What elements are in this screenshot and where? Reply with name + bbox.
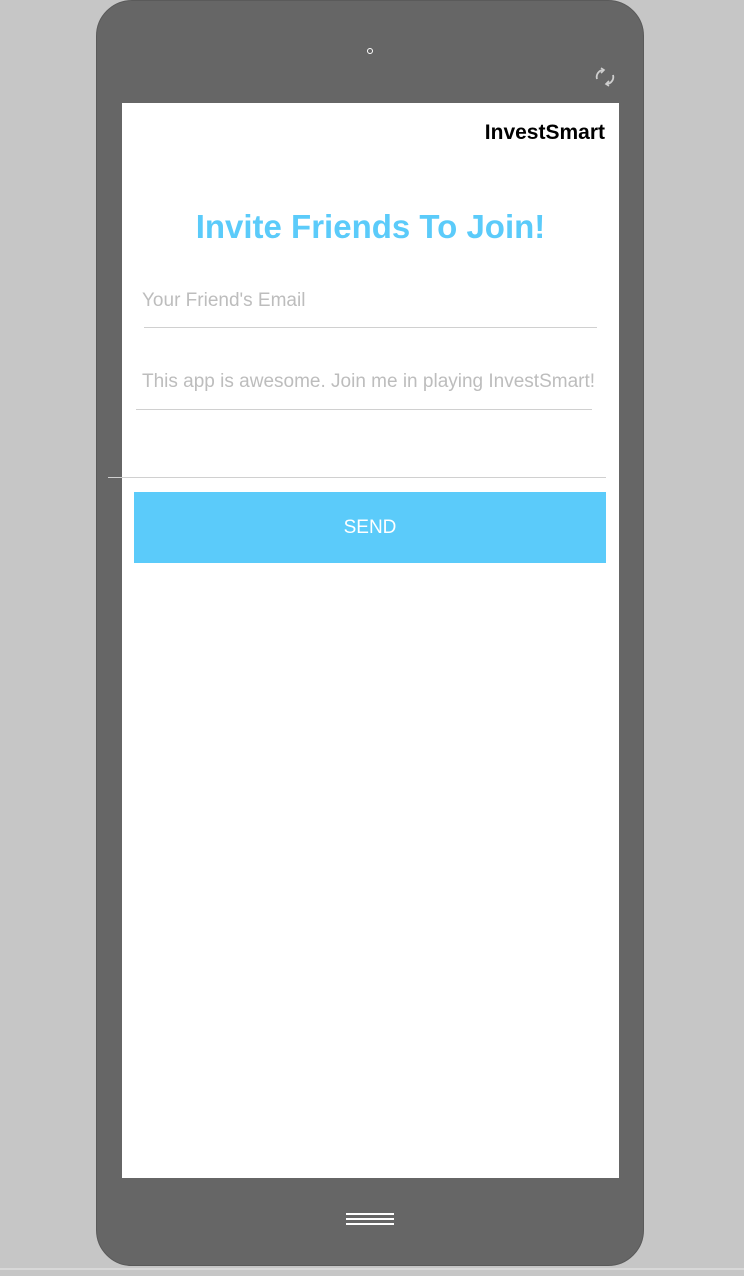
- send-button[interactable]: SEND: [134, 492, 606, 563]
- invite-message-input[interactable]: [142, 368, 602, 396]
- email-underline: [144, 327, 597, 328]
- invite-heading: Invite Friends To Join!: [195, 208, 546, 245]
- home-menu-icon[interactable]: [346, 1212, 396, 1228]
- rotate-icon[interactable]: [594, 67, 616, 87]
- form-divider: [108, 477, 606, 478]
- message-underline: [136, 409, 592, 410]
- friend-email-input[interactable]: [142, 287, 597, 315]
- page-bottom-line: [0, 1268, 744, 1270]
- app-title: InvestSmart: [484, 121, 605, 144]
- app-screen: InvestSmart Invite Friends To Join! SEND: [122, 103, 619, 1178]
- camera-icon: [367, 48, 373, 54]
